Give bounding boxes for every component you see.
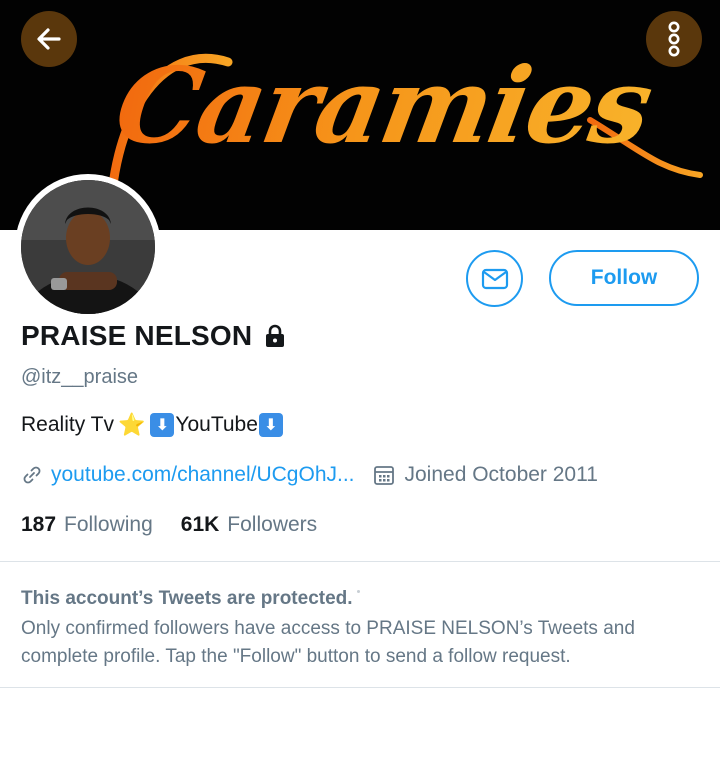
protected-message: Only confirmed followers have access to … — [21, 618, 635, 667]
down-arrow-emoji: ⬇ — [258, 413, 283, 437]
joined-date: Joined October 2011 — [404, 463, 598, 486]
dot-decoration — [357, 590, 360, 593]
lock-icon — [266, 324, 285, 347]
calendar-icon — [373, 466, 394, 485]
avatar-image — [21, 180, 155, 314]
star-emoji: ⭐ — [117, 412, 146, 437]
more-options-button[interactable] — [646, 11, 702, 67]
avatar[interactable] — [15, 174, 161, 320]
profile-meta: youtube.com/channel/UCgOhJ... Joined Oct… — [21, 463, 598, 487]
divider — [0, 687, 720, 688]
protected-title: This account’s Tweets are protected. — [21, 588, 353, 609]
follow-button[interactable]: Follow — [549, 250, 699, 306]
following-count[interactable]: 187 — [21, 513, 56, 537]
display-name: PRAISE NELSON — [21, 320, 253, 351]
profile-bio: Reality Tv ⭐ ⬇ YouTube ⬇ — [21, 412, 284, 438]
back-button[interactable] — [21, 11, 77, 67]
followers-label[interactable]: Followers — [227, 513, 317, 537]
bio-youtube-text: YouTube — [175, 413, 258, 436]
message-button[interactable] — [466, 250, 523, 307]
user-handle: @itz__praise — [21, 366, 139, 388]
profile-link[interactable]: youtube.com/channel/UCgOhJ... — [51, 463, 355, 487]
following-label[interactable]: Following — [64, 513, 153, 537]
down-arrow-emoji: ⬇ — [150, 413, 175, 437]
follow-stats: 187 Following 61K Followers — [21, 513, 317, 537]
link-icon — [23, 466, 41, 484]
arrow-left-icon — [37, 28, 61, 50]
more-vertical-icon — [668, 21, 680, 57]
followers-count[interactable]: 61K — [181, 513, 220, 537]
banner-text: Caramies — [107, 44, 660, 167]
envelope-icon — [481, 268, 508, 289]
bio-text: Reality Tv — [21, 413, 114, 436]
name-row: PRAISE NELSON — [21, 320, 288, 352]
divider — [0, 561, 720, 562]
